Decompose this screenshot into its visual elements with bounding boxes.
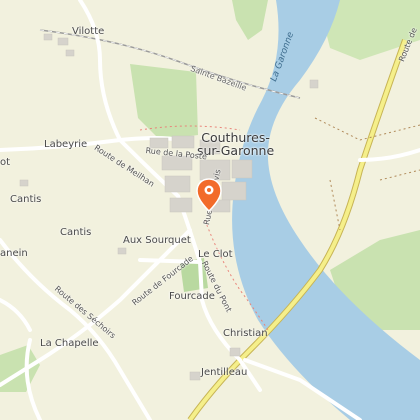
building-block (19, 179, 29, 187)
field-boundary (329, 179, 341, 231)
place-label-aux-sourquet: Aux Sourquet (123, 235, 191, 246)
building-block (189, 371, 201, 381)
building-block (117, 247, 127, 255)
local-road (78, 0, 122, 142)
location-pin-shape (196, 178, 222, 212)
forest-area (130, 64, 198, 140)
local-road (0, 298, 32, 332)
place-label-anein: anein (0, 248, 28, 259)
place-label-cantis: Cantis (10, 194, 42, 205)
map-canvas[interactable]: Vilotte Labeyrie ot Cantis Cantis Aux So… (0, 0, 420, 420)
building-block (43, 33, 53, 41)
river-garonne (232, 0, 420, 420)
building-block (221, 181, 247, 201)
building-block (169, 197, 193, 213)
forest-area (0, 345, 40, 392)
building-block (309, 79, 319, 89)
place-label-ot: ot (0, 157, 11, 168)
local-road (0, 238, 152, 420)
place-label-christian: Christian (223, 328, 268, 339)
field-boundary (314, 117, 420, 141)
town-label: Couthures- sur-Garonne (197, 131, 274, 157)
forest-area (232, 0, 268, 40)
place-label-jentilleau: Jentilleau (201, 367, 248, 378)
building-block (229, 347, 241, 357)
place-label-cantis: Cantis (60, 227, 92, 238)
place-label-le-clot: Le Clot (198, 249, 233, 260)
local-road (24, 338, 42, 420)
town-label-line2: sur-Garonne (197, 143, 275, 159)
place-label-la-chapelle: La Chapelle (40, 338, 99, 349)
place-label-labeyrie: Labeyrie (44, 139, 88, 150)
place-label-vilotte: Vilotte (72, 26, 105, 37)
building-block (65, 49, 75, 57)
building-block (57, 37, 69, 46)
location-pin-icon[interactable] (196, 178, 222, 212)
building-block (164, 175, 191, 193)
field-boundary (379, 169, 420, 181)
place-label-fourcade: Fourcade (169, 291, 215, 302)
building-block (231, 159, 253, 179)
building-block (171, 135, 195, 149)
